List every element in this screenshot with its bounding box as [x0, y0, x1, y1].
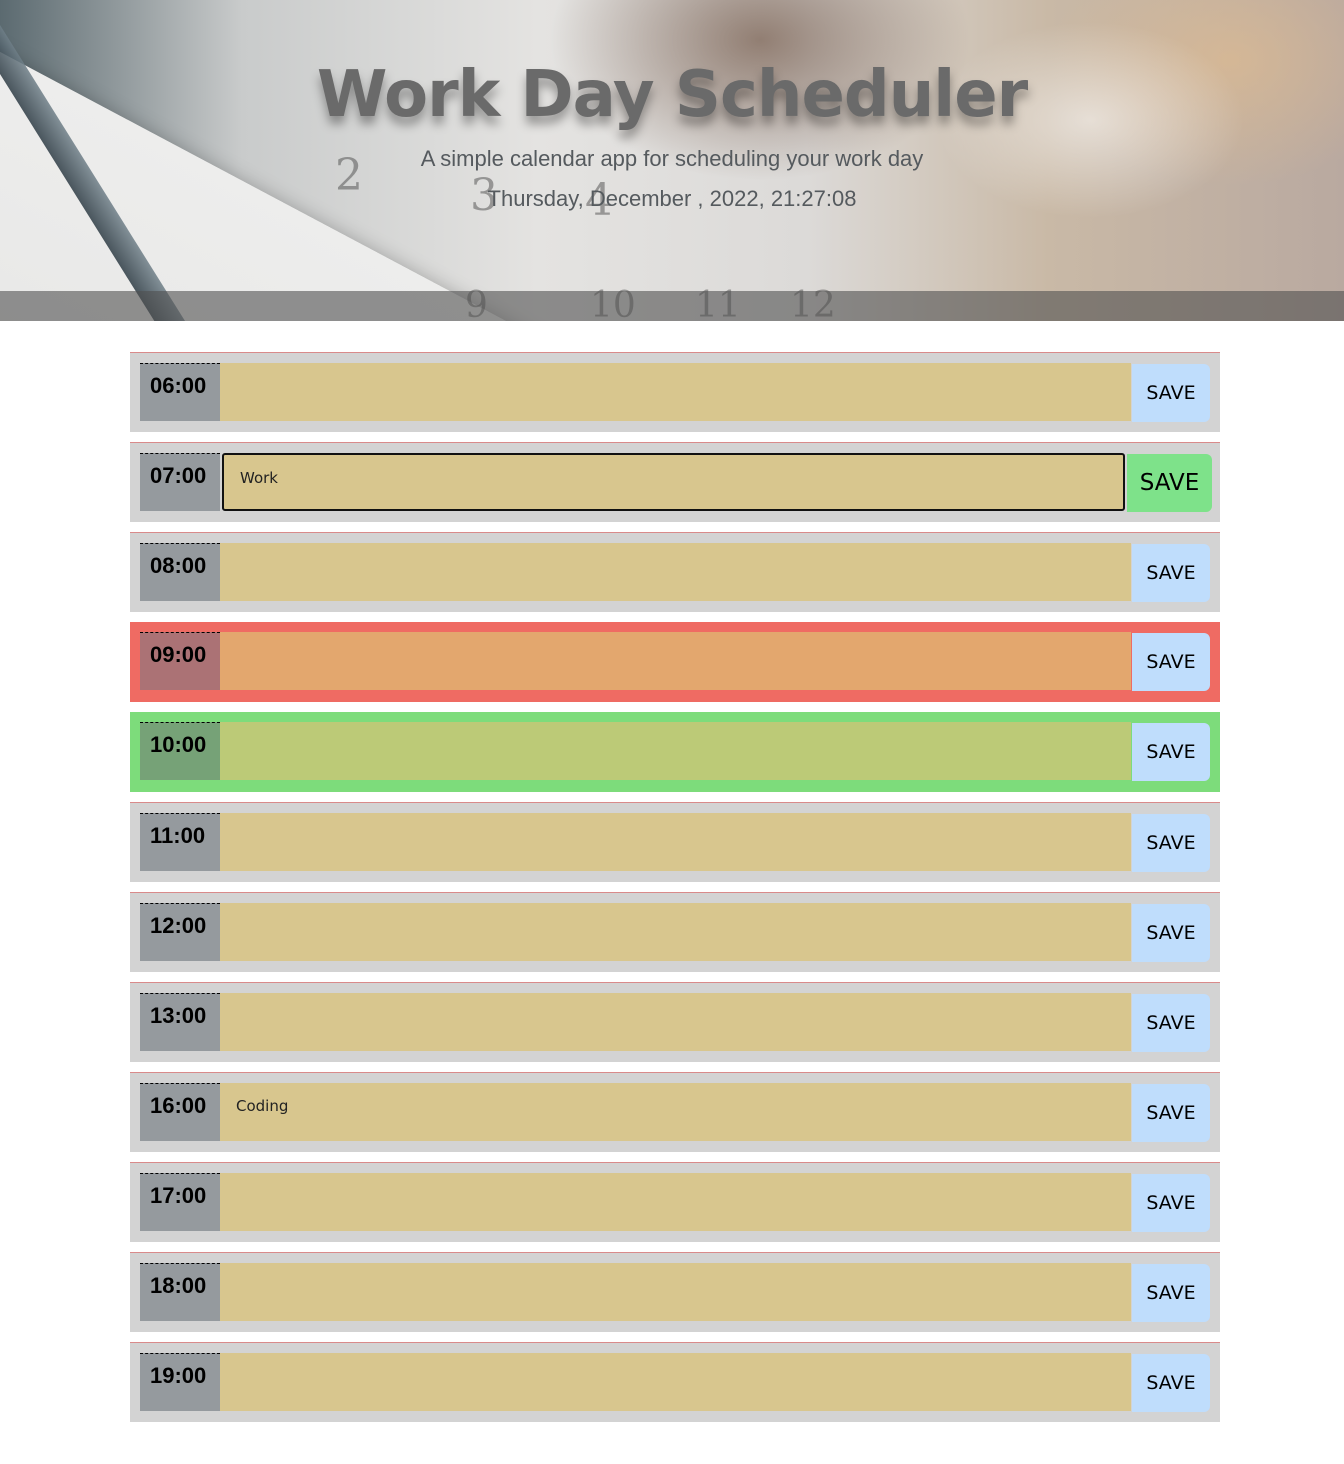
hour-label: 08:00 — [140, 543, 220, 601]
hour-label: 11:00 — [140, 813, 220, 871]
event-description-input[interactable] — [220, 1263, 1131, 1321]
timeblock-row: 13:00 SAVE — [130, 982, 1220, 1062]
timeblock-row: 06:00 SAVE — [130, 352, 1220, 432]
event-description-input[interactable] — [220, 543, 1131, 601]
save-button[interactable]: SAVE — [1132, 904, 1210, 962]
page-title: Work Day Scheduler — [316, 58, 1028, 132]
page-subtitle: A simple calendar app for scheduling you… — [420, 146, 924, 171]
event-description-input[interactable]: Work — [222, 453, 1125, 511]
event-description-input[interactable] — [220, 903, 1131, 961]
save-button[interactable]: SAVE — [1132, 364, 1210, 422]
save-button[interactable]: SAVE — [1132, 1084, 1210, 1142]
event-description-input[interactable]: Coding — [220, 1083, 1131, 1141]
save-button[interactable]: SAVE — [1132, 1174, 1210, 1232]
timeblock-container: 06:00 SAVE 07:00 Work SAVE 08:00 SAVE 09… — [130, 352, 1220, 1432]
hour-label: 12:00 — [140, 903, 220, 961]
hour-label: 19:00 — [140, 1353, 220, 1411]
timeblock-row: 16:00 Coding SAVE — [130, 1072, 1220, 1152]
hour-label: 18:00 — [140, 1263, 220, 1321]
hour-label: 07:00 — [140, 453, 220, 511]
timeblock-row: 09:00 SAVE — [130, 622, 1220, 702]
hour-label: 06:00 — [140, 363, 220, 421]
event-description-input[interactable] — [220, 1173, 1131, 1231]
jumbotron-header: 2 3 4 9 10 11 12 Work Day Scheduler A si… — [0, 0, 1344, 321]
timeblock-row: 07:00 Work SAVE — [130, 442, 1220, 522]
timeblock-row: 11:00 SAVE — [130, 802, 1220, 882]
hour-label: 17:00 — [140, 1173, 220, 1231]
save-button[interactable]: SAVE — [1132, 994, 1210, 1052]
save-button[interactable]: SAVE — [1132, 633, 1210, 691]
timeblock-row: 18:00 SAVE — [130, 1252, 1220, 1332]
save-button[interactable]: SAVE — [1132, 544, 1210, 602]
event-description-input[interactable] — [220, 813, 1131, 871]
hour-label: 10:00 — [140, 722, 220, 780]
event-description-input[interactable] — [220, 722, 1131, 780]
header-bottom-bar — [0, 291, 1344, 321]
save-button[interactable]: SAVE — [1132, 723, 1210, 781]
timeblock-row: 19:00 SAVE — [130, 1342, 1220, 1422]
hour-label: 09:00 — [140, 632, 220, 690]
current-datetime: Thursday, December , 2022, 21:27:08 — [487, 186, 857, 211]
timeblock-row: 12:00 SAVE — [130, 892, 1220, 972]
event-description-input[interactable] — [220, 632, 1131, 690]
timeblock-row: 17:00 SAVE — [130, 1162, 1220, 1242]
hour-label: 13:00 — [140, 993, 220, 1051]
save-button[interactable]: SAVE — [1132, 1354, 1210, 1412]
event-description-input[interactable] — [220, 363, 1131, 421]
save-button[interactable]: SAVE — [1132, 1264, 1210, 1322]
event-description-input[interactable] — [220, 993, 1131, 1051]
timeblock-row: 08:00 SAVE — [130, 532, 1220, 612]
hour-label: 16:00 — [140, 1083, 220, 1141]
timeblock-row: 10:00 SAVE — [130, 712, 1220, 792]
save-button[interactable]: SAVE — [1127, 454, 1212, 512]
event-description-input[interactable] — [220, 1353, 1131, 1411]
save-button[interactable]: SAVE — [1132, 814, 1210, 872]
